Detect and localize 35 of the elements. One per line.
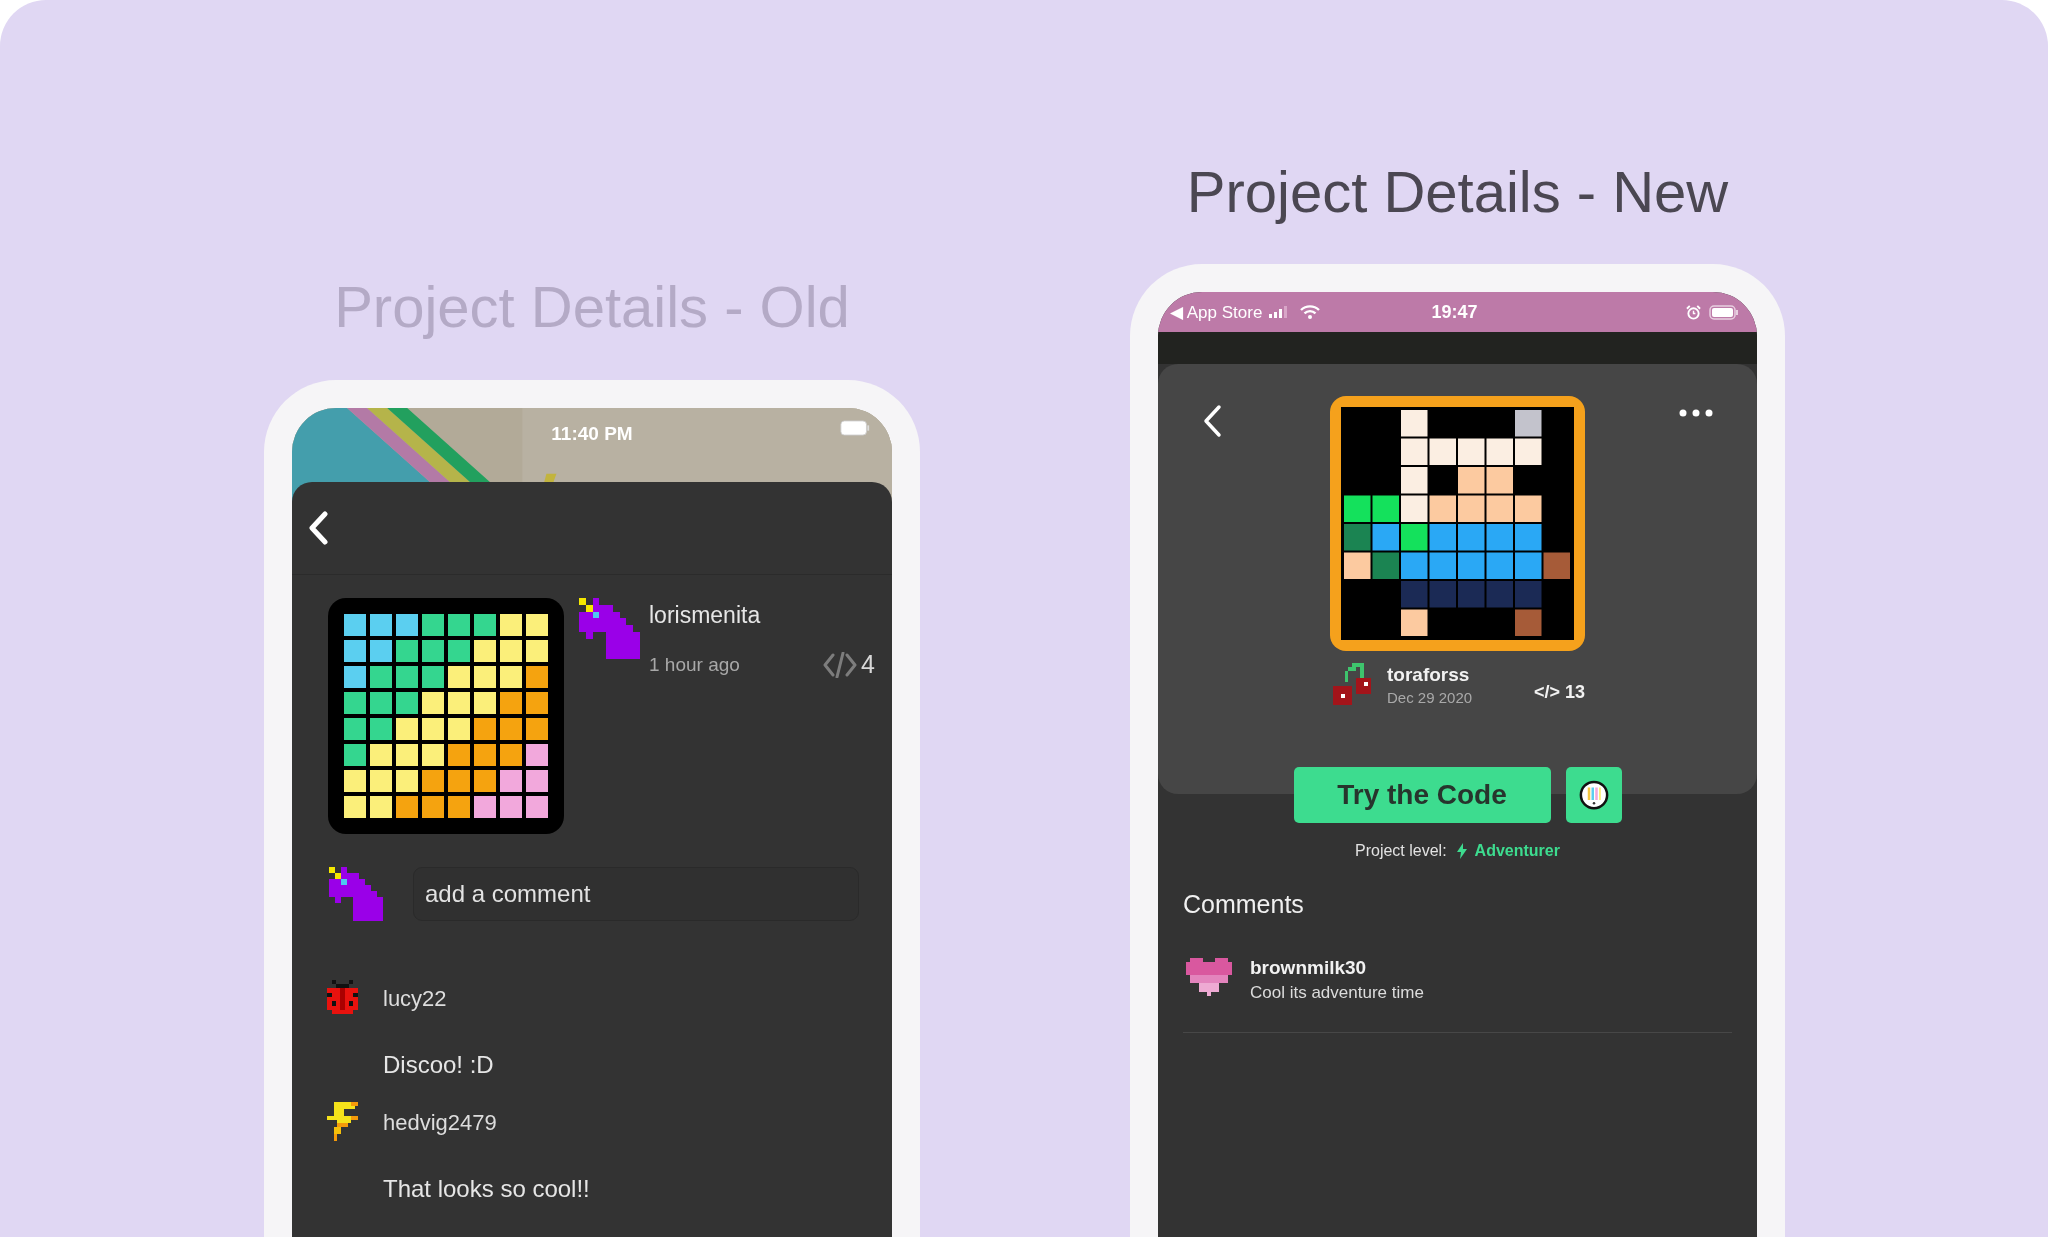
more-icon[interactable] xyxy=(1679,409,1713,417)
post-date: Dec 29 2020 xyxy=(1387,688,1473,708)
comment-author[interactable]: lucy22 xyxy=(383,986,447,1012)
signal-icon xyxy=(1269,306,1288,318)
comment-text: That looks so cool!! xyxy=(383,1174,591,1204)
comments-heading: Comments xyxy=(1183,889,1305,920)
post-time: 1 hour ago xyxy=(649,653,740,676)
code-icon xyxy=(823,651,858,678)
unicorn-icon xyxy=(329,867,383,921)
try-code-button[interactable]: Try the Code xyxy=(1293,767,1551,823)
author-name[interactable]: toraforss xyxy=(1387,663,1473,687)
lightning-icon xyxy=(1456,843,1467,859)
back-icon[interactable] xyxy=(1202,404,1222,438)
back-icon[interactable] xyxy=(308,511,328,545)
device-icon xyxy=(1578,780,1609,810)
battery-icon xyxy=(840,420,870,436)
wifi-icon xyxy=(1300,305,1321,319)
section-title: Project Details - New xyxy=(1186,158,1729,226)
code-count: 4 xyxy=(861,650,875,679)
comment-text: Discoo! :D xyxy=(383,1050,495,1080)
battery-icon xyxy=(1709,304,1739,320)
unicorn-icon xyxy=(579,598,640,659)
heart-icon xyxy=(1186,957,1232,997)
code-count: </> 13 xyxy=(1533,681,1585,703)
level-label: Project level: xyxy=(1355,842,1447,860)
comment-author[interactable]: brownmilk30 xyxy=(1250,957,1424,979)
author-name[interactable]: lorismenita xyxy=(649,600,875,630)
status-time: 11:40 PM xyxy=(550,423,634,445)
comment-author[interactable]: hedvig2479 xyxy=(383,1110,497,1136)
level-value: Adventurer xyxy=(1474,842,1560,860)
status-time: 19:47 xyxy=(1431,301,1478,323)
device-button[interactable] xyxy=(1565,767,1622,823)
comment-text: Cool its adventure time xyxy=(1250,982,1424,1004)
comment-field[interactable]: add a comment xyxy=(413,867,859,921)
alarm-clock-icon xyxy=(1686,304,1701,320)
